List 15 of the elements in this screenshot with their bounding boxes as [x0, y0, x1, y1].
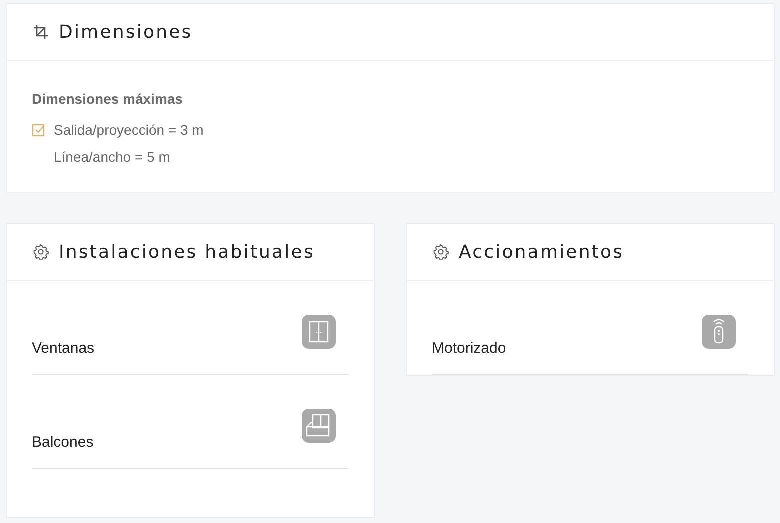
gear-icon — [433, 244, 449, 260]
balcony-icon — [302, 409, 336, 443]
item-label: Balcones — [32, 434, 94, 451]
card-title: Instalaciones habituales — [59, 242, 315, 262]
card-title: Accionamientos — [459, 242, 624, 262]
window-icon — [302, 315, 336, 349]
card-title: Dimensiones — [59, 22, 193, 42]
crop-icon — [33, 24, 49, 40]
section-heading: Dimensiones máximas — [32, 91, 184, 107]
item-label: Motorizado — [432, 340, 506, 357]
remote-control-icon — [702, 315, 736, 349]
gear-icon — [33, 244, 49, 260]
item-label: Ventanas — [32, 340, 95, 357]
spec-text: Salida/proyección = 3 m — [54, 122, 204, 138]
spec-text: Línea/ancho = 5 m — [54, 148, 170, 164]
